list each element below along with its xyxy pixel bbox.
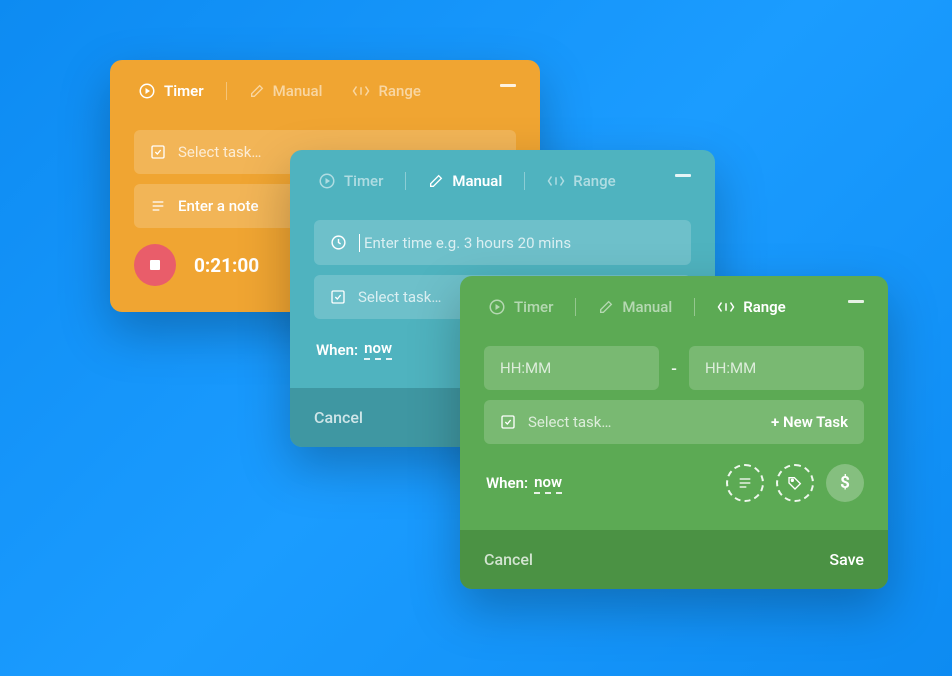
range-start-field[interactable]: HH:MM: [484, 346, 659, 390]
select-task-field[interactable]: Select task… + New Task: [484, 400, 864, 444]
range-card: Timer Manual Range HH:MM - HH:MM: [460, 276, 888, 589]
range-end-field[interactable]: HH:MM: [689, 346, 864, 390]
range-end-placeholder: HH:MM: [705, 359, 756, 377]
tab-timer-label: Timer: [164, 82, 204, 100]
checklist-icon: [150, 144, 166, 160]
clock-icon: [330, 234, 347, 251]
checklist-icon: [330, 289, 346, 305]
select-task-placeholder: Select task…: [178, 143, 261, 161]
range-start-placeholder: HH:MM: [500, 359, 551, 377]
play-circle-icon: [488, 298, 506, 316]
cancel-button[interactable]: Cancel: [314, 408, 363, 427]
when-row: When: now $: [484, 444, 864, 508]
tab-range-label: Range: [743, 298, 786, 316]
tab-separator: [405, 172, 406, 190]
green-body: HH:MM - HH:MM Select task… + New Task Wh…: [460, 328, 888, 530]
tab-manual[interactable]: Manual: [594, 298, 676, 316]
tab-timer-label: Timer: [514, 298, 553, 316]
elapsed-time: 0:21:00: [194, 254, 259, 277]
note-value: Enter a note: [178, 197, 259, 215]
minimize-button[interactable]: [500, 84, 516, 87]
minimize-button[interactable]: [848, 300, 864, 303]
time-input-field[interactable]: Enter time e.g. 3 hours 20 mins: [314, 220, 691, 265]
tab-separator: [575, 298, 576, 316]
new-task-button[interactable]: + New Task: [771, 413, 848, 431]
edit-icon: [428, 173, 444, 189]
when-value[interactable]: now: [364, 339, 392, 360]
tab-timer[interactable]: Timer: [314, 172, 387, 190]
play-circle-icon: [318, 172, 336, 190]
tabs-row: Timer Manual Range: [460, 276, 888, 328]
tab-timer[interactable]: Timer: [134, 82, 208, 100]
stop-icon: [150, 260, 160, 270]
tab-manual[interactable]: Manual: [424, 172, 506, 190]
dollar-icon: $: [840, 473, 850, 493]
tab-timer-label: Timer: [344, 172, 383, 190]
minimize-button[interactable]: [675, 174, 691, 177]
range-icon: [717, 300, 735, 314]
note-action-button[interactable]: [726, 464, 764, 502]
tag-icon: [787, 475, 803, 491]
tab-timer[interactable]: Timer: [484, 298, 557, 316]
tabs-row: Timer Manual Range: [290, 150, 715, 202]
when-value[interactable]: now: [534, 473, 562, 494]
time-input-caret: [359, 233, 362, 252]
select-task-placeholder: Select task…: [358, 288, 441, 306]
range-icon: [352, 84, 370, 98]
tab-range[interactable]: Range: [543, 172, 619, 190]
tag-action-button[interactable]: [776, 464, 814, 502]
time-range-row: HH:MM - HH:MM: [484, 346, 864, 390]
range-icon: [547, 174, 565, 188]
save-button[interactable]: Save: [829, 550, 864, 569]
tab-manual-label: Manual: [622, 298, 672, 316]
tab-range[interactable]: Range: [713, 298, 790, 316]
tab-separator: [524, 172, 525, 190]
tab-separator: [694, 298, 695, 316]
play-circle-icon: [138, 82, 156, 100]
tab-range[interactable]: Range: [348, 82, 424, 100]
range-separator: -: [669, 359, 679, 378]
tab-manual[interactable]: Manual: [245, 82, 327, 100]
tab-manual-label: Manual: [273, 82, 323, 100]
footer: Cancel Save: [460, 530, 888, 589]
tab-separator: [226, 82, 227, 100]
note-lines-icon: [150, 198, 166, 214]
when-label: When:: [316, 341, 358, 359]
tabs-row: Timer Manual Range: [110, 60, 540, 112]
edit-icon: [598, 299, 614, 315]
select-task-placeholder: Select task…: [528, 413, 611, 431]
time-input-placeholder: Enter time e.g. 3 hours 20 mins: [364, 234, 571, 252]
billable-action-button[interactable]: $: [826, 464, 864, 502]
edit-icon: [249, 83, 265, 99]
note-lines-icon: [737, 475, 753, 491]
checklist-icon: [500, 414, 516, 430]
tab-range-label: Range: [573, 172, 615, 190]
stop-button[interactable]: [134, 244, 176, 286]
action-icons: $: [726, 464, 864, 502]
cancel-button[interactable]: Cancel: [484, 550, 533, 569]
tab-range-label: Range: [378, 82, 420, 100]
when-label: When:: [486, 474, 528, 492]
tab-manual-label: Manual: [452, 172, 502, 190]
